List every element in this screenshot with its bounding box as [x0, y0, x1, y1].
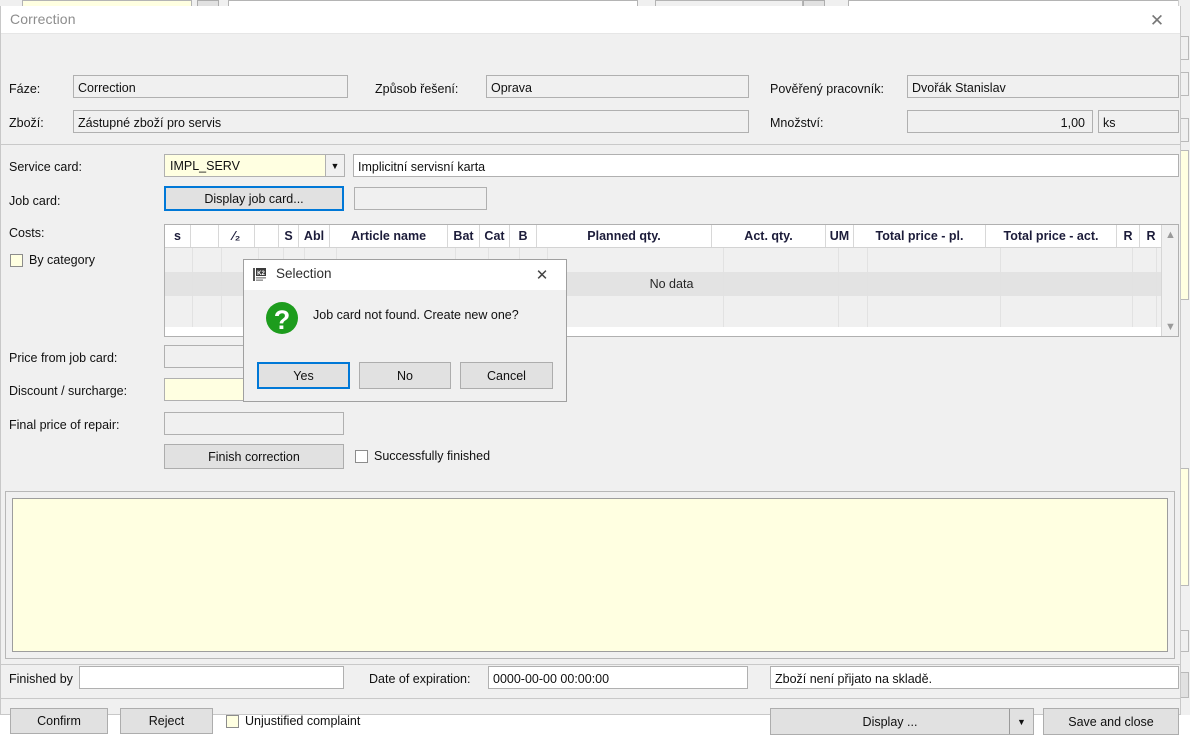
table-column-header[interactable]: UM	[826, 225, 854, 247]
chevron-down-icon[interactable]: ▼	[1009, 709, 1033, 734]
unit-field[interactable]: ks	[1098, 110, 1179, 133]
final-price-field	[164, 412, 344, 435]
table-column-header[interactable]: Act. qty.	[712, 225, 826, 247]
window-title: Correction	[10, 11, 76, 27]
price-from-job-card-label: Price from job card:	[9, 351, 118, 365]
table-column-header[interactable]: R	[1117, 225, 1140, 247]
solution-label: Způsob řešení:	[375, 82, 459, 96]
phase-label: Fáze:	[9, 82, 41, 96]
window-client-area: Fáze: Correction Způsob řešení: Oprava P…	[1, 34, 1180, 735]
quantity-field[interactable]: 1,00	[907, 110, 1093, 133]
selection-dialog: K2 Selection ✕ ? Job card not found. Cre…	[243, 259, 567, 402]
header-separator	[1, 144, 1180, 145]
table-column-header[interactable]: R	[1140, 225, 1163, 247]
table-vertical-scrollbar[interactable]: ▲ ▼	[1161, 225, 1178, 336]
correction-window: Correction ✕ Fáze: Correction Způsob řeš…	[0, 6, 1181, 735]
svg-text:?: ?	[274, 305, 291, 335]
cancel-button[interactable]: Cancel	[460, 362, 553, 389]
svg-text:K2: K2	[257, 271, 265, 277]
job-card-label: Job card:	[9, 194, 61, 208]
checkbox-box	[226, 714, 239, 728]
discount-label: Discount / surcharge:	[9, 384, 128, 398]
no-button[interactable]: No	[359, 362, 451, 389]
display-job-card-button[interactable]: Display job card...	[164, 186, 344, 211]
table-column-separator	[1000, 248, 1001, 327]
table-column-separator	[867, 248, 868, 327]
dialog-message: Job card not found. Create new one?	[313, 308, 519, 322]
dialog-body: ? Job card not found. Create new one?	[244, 290, 566, 358]
dialog-titlebar: K2 Selection ✕	[244, 260, 566, 290]
table-column-header[interactable]: Article name	[330, 225, 448, 247]
footer-separator-2	[1, 698, 1180, 699]
table-column-header[interactable]: Total price - act.	[986, 225, 1117, 247]
table-header-row: s ⁄₂ S Abl Article name Bat Cat B Planned qty. Ac…	[165, 225, 1178, 248]
table-column-header[interactable]: Planned qty.	[537, 225, 712, 247]
phase-field[interactable]: Correction	[73, 75, 348, 98]
table-column-header[interactable]: Total price - pl.	[854, 225, 986, 247]
table-column-separator	[192, 248, 193, 327]
display-button-label: Display ...	[862, 714, 918, 729]
finished-by-field[interactable]	[79, 666, 344, 689]
notes-textarea[interactable]	[12, 498, 1168, 652]
table-column-header[interactable]: S	[279, 225, 299, 247]
table-column-header[interactable]: s	[165, 225, 191, 247]
checkbox-box	[10, 253, 23, 267]
table-column-header[interactable]: Abl	[299, 225, 330, 247]
chevron-up-icon[interactable]: ▲	[1162, 226, 1178, 243]
finish-correction-button[interactable]: Finish correction	[164, 444, 344, 469]
goods-label: Zboží:	[9, 116, 44, 130]
footer-separator-1	[1, 664, 1180, 665]
successfully-finished-label: Successfully finished	[374, 449, 491, 463]
table-column-separator	[723, 248, 724, 327]
finished-by-label: Finished by	[9, 672, 73, 686]
table-column-separator	[838, 248, 839, 327]
worker-field[interactable]: Dvořák Stanislav	[907, 75, 1179, 98]
solution-field[interactable]: Oprava	[486, 75, 749, 98]
question-mark-icon: ?	[262, 298, 302, 338]
date-of-expiration-label: Date of expiration:	[369, 672, 471, 686]
reject-button[interactable]: Reject	[120, 708, 213, 734]
service-card-combobox[interactable]: IMPL_SERV ▼	[164, 154, 345, 177]
dialog-title: Selection	[276, 266, 332, 281]
chevron-down-icon[interactable]: ▼	[325, 155, 344, 176]
unjustified-complaint-checkbox[interactable]: Unjustified complaint	[226, 714, 360, 728]
by-category-label: By category	[29, 253, 96, 267]
costs-label: Costs:	[9, 226, 45, 240]
date-of-expiration-field[interactable]: 0000-00-00 00:00:00	[488, 666, 748, 689]
display-split-button[interactable]: Display ... ▼	[770, 708, 1034, 735]
job-card-field[interactable]	[354, 187, 487, 210]
table-column-header[interactable]: B	[510, 225, 537, 247]
notes-panel	[5, 491, 1175, 659]
yes-button[interactable]: Yes	[257, 362, 350, 389]
final-price-label: Final price of repair:	[9, 418, 120, 432]
table-column-separator	[221, 248, 222, 327]
goods-field[interactable]: Zástupné zboží pro servis	[73, 110, 749, 133]
table-column-header[interactable]: Cat	[480, 225, 510, 247]
close-icon[interactable]: ✕	[1134, 6, 1180, 34]
by-category-checkbox[interactable]: By category	[10, 253, 95, 267]
successfully-finished-checkbox[interactable]: Successfully finished	[355, 449, 490, 463]
dialog-button-bar: Yes No Cancel	[244, 357, 566, 401]
stock-status-field: Zboží není přijato na skladě.	[770, 666, 1179, 689]
window-titlebar: Correction ✕	[1, 6, 1180, 34]
table-column-header[interactable]: ⁄₂	[219, 225, 255, 247]
table-column-header[interactable]	[255, 225, 279, 247]
service-card-description: Implicitní servisní karta	[353, 154, 1179, 177]
service-card-label: Service card:	[9, 160, 82, 174]
save-and-close-button[interactable]: Save and close	[1043, 708, 1179, 735]
quantity-label: Množství:	[770, 116, 824, 130]
worker-label: Pověřený pracovník:	[770, 82, 884, 96]
table-column-header[interactable]	[191, 225, 219, 247]
confirm-button[interactable]: Confirm	[10, 708, 108, 734]
service-card-value: IMPL_SERV	[170, 158, 240, 173]
table-column-separator	[1156, 248, 1157, 327]
table-column-separator	[1132, 248, 1133, 327]
checkbox-box	[355, 449, 368, 463]
unjustified-complaint-label: Unjustified complaint	[245, 714, 361, 728]
table-column-header[interactable]: Bat	[448, 225, 480, 247]
close-icon[interactable]: ✕	[522, 260, 562, 290]
chevron-down-icon[interactable]: ▼	[1162, 318, 1178, 335]
k2-app-icon: K2	[253, 267, 269, 283]
